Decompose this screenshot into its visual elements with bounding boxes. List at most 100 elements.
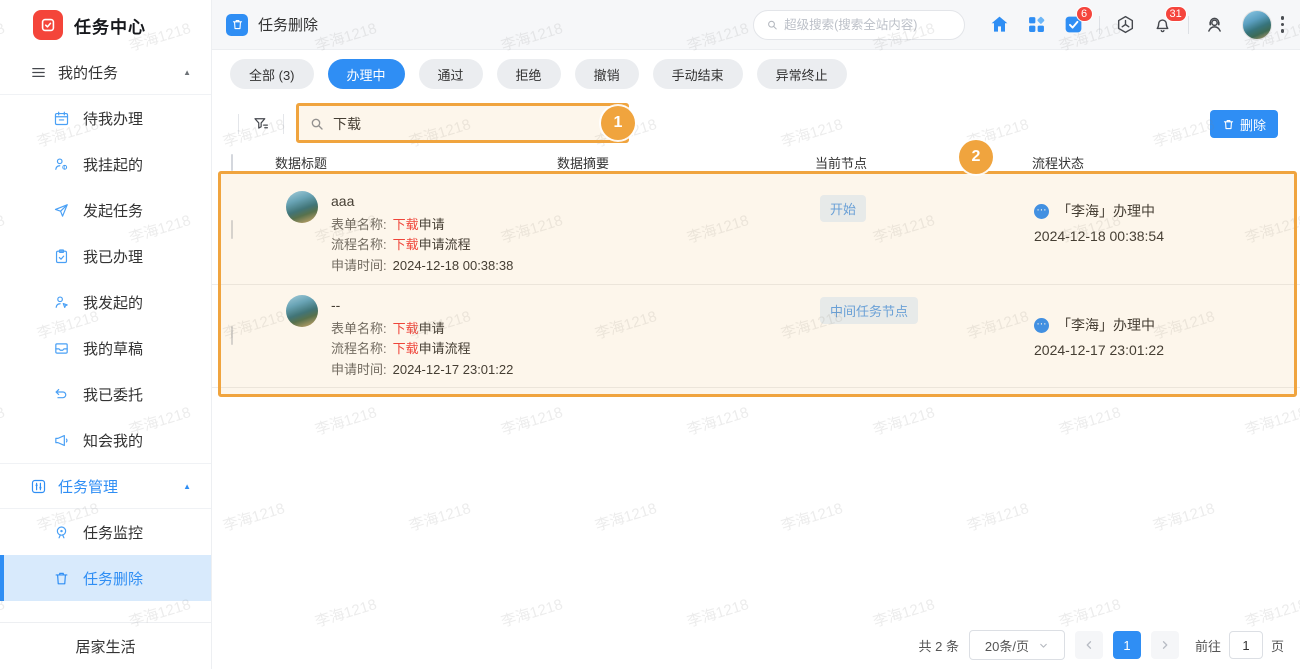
trash-icon <box>1222 118 1235 131</box>
filter-tab-in-progress[interactable]: 办理中 <box>328 59 405 89</box>
sidebar-item-drafts[interactable]: 我的草稿 <box>0 325 211 371</box>
goto-label: 前往 <box>1195 636 1221 655</box>
headset-person-icon <box>1204 14 1225 35</box>
main-content: 任务删除 6 31 <box>212 0 1300 669</box>
goto-page-input[interactable] <box>1229 631 1263 659</box>
avatar <box>286 295 318 327</box>
row-checkbox[interactable] <box>231 326 233 345</box>
sidebar-item-task-delete[interactable]: 任务删除 <box>0 555 211 601</box>
status-time: 2024-12-17 23:01:22 <box>1034 342 1300 358</box>
apply-time-line: 申请时间:2024-12-17 23:01:22 <box>331 360 513 381</box>
form-name-line: 表单名称:下载申请 <box>331 215 513 236</box>
apps-button[interactable] <box>1018 7 1055 43</box>
more-menu-icon[interactable] <box>1279 12 1293 37</box>
process-name-line: 流程名称:下载申请流程 <box>331 339 513 360</box>
row-checkbox[interactable] <box>231 220 233 239</box>
table-row[interactable]: -- 表单名称:下载申请 流程名称:下载申请流程 申请时间:2024-12-17… <box>212 285 1300 388</box>
topbar-actions: 6 31 <box>753 7 1293 43</box>
collapse-arrow-icon: ▲ <box>183 482 191 491</box>
sidebar-section-my-tasks[interactable]: 我的任务 ▲ <box>0 50 211 94</box>
app-logo-icon <box>33 10 63 40</box>
sidebar: 任务中心 我的任务 ▲ 待我办理 我挂起的 发起任务 我已办理 我发起的 我的草… <box>0 0 212 669</box>
sidebar-item-task-monitor[interactable]: 任务监控 <box>0 509 211 555</box>
global-search-input[interactable] <box>784 18 951 32</box>
sidebar-item-home-life[interactable]: 居家生活 <box>0 622 211 669</box>
sliders-icon <box>30 478 47 495</box>
page-size-select[interactable]: 20条/页 <box>969 630 1065 660</box>
filter-tab-all[interactable]: 全部 (3) <box>230 59 314 89</box>
chevron-left-icon <box>1083 639 1095 651</box>
divider <box>1188 16 1189 34</box>
filter-button[interactable] <box>239 115 283 133</box>
status-text: 「李海」办理中 <box>1057 315 1155 335</box>
current-page-button[interactable]: 1 <box>1113 631 1141 659</box>
notifications-button[interactable]: 31 <box>1144 7 1181 43</box>
highlighted-keyword: 下载 <box>393 341 419 356</box>
keyword-search[interactable] <box>298 105 630 143</box>
support-button[interactable] <box>1196 7 1233 43</box>
filter-tab-revoked[interactable]: 撤销 <box>575 59 639 89</box>
megaphone-icon <box>53 432 70 449</box>
sidebar-item-delegated[interactable]: 我已委托 <box>0 371 211 417</box>
history-button[interactable] <box>1107 7 1144 43</box>
page-trash-icon <box>226 14 248 36</box>
sidebar-item-initiated-by-me[interactable]: 我发起的 <box>0 279 211 325</box>
app-logo-row[interactable]: 任务中心 <box>0 0 211 50</box>
sidebar-item-initiate-task[interactable]: 发起任务 <box>0 187 211 233</box>
highlighted-keyword: 下载 <box>393 217 419 232</box>
clipboard-check-icon <box>53 248 70 265</box>
todo-badge: 6 <box>1076 6 1093 22</box>
highlighted-keyword: 下载 <box>393 237 419 252</box>
sidebar-item-cc-to-me[interactable]: 知会我的 <box>0 417 211 463</box>
home-button[interactable] <box>981 7 1018 43</box>
filter-tab-approved[interactable]: 通过 <box>419 59 483 89</box>
processing-icon <box>1034 204 1049 219</box>
data-title: aaa <box>331 191 513 212</box>
page-title: 任务删除 <box>258 14 318 35</box>
current-node-tag: 开始 <box>820 195 866 222</box>
calendar-icon <box>53 110 70 127</box>
keyword-search-input[interactable] <box>333 116 603 132</box>
column-header-summary: 数据摘要 <box>534 153 792 172</box>
divider <box>283 114 284 134</box>
table-tail <box>212 388 1300 400</box>
hexagon-clock-icon <box>1115 14 1136 35</box>
page-unit-label: 页 <box>1271 636 1284 655</box>
column-header-title: 数据标题 <box>258 153 534 172</box>
delete-button[interactable]: 删除 <box>1210 110 1278 138</box>
next-page-button[interactable] <box>1151 631 1179 659</box>
status-time: 2024-12-18 00:38:54 <box>1034 228 1300 244</box>
trash-icon <box>53 570 70 587</box>
prev-page-button[interactable] <box>1075 631 1103 659</box>
filter-tab-abnormal-end[interactable]: 异常终止 <box>757 59 847 89</box>
delegate-icon <box>53 386 70 403</box>
table-toolbar: 删除 <box>212 98 1300 150</box>
status-text: 「李海」办理中 <box>1057 201 1155 221</box>
filter-tab-manual-end[interactable]: 手动结束 <box>653 59 743 89</box>
apply-time-line: 申请时间:2024-12-18 00:38:38 <box>331 256 513 277</box>
current-node-tag: 中间任务节点 <box>820 297 918 324</box>
sidebar-item-pending-tasks[interactable]: 待我办理 <box>0 95 211 141</box>
avatar <box>286 191 318 223</box>
table-row[interactable]: aaa 表单名称:下载申请 流程名称:下载申请流程 申请时间:2024-12-1… <box>212 175 1300 285</box>
global-search[interactable] <box>753 10 965 40</box>
user-avatar[interactable] <box>1242 10 1272 40</box>
sidebar-section-task-management[interactable]: 任务管理 ▲ <box>0 464 211 508</box>
select-all-checkbox[interactable] <box>231 154 233 171</box>
funnel-icon <box>252 115 270 133</box>
form-name-line: 表单名称:下载申请 <box>331 319 513 340</box>
sidebar-item-handled[interactable]: 我已办理 <box>0 233 211 279</box>
sidebar-item-suspended[interactable]: 我挂起的 <box>0 141 211 187</box>
breadcrumb: 任务删除 <box>226 14 318 36</box>
filter-tab-rejected[interactable]: 拒绝 <box>497 59 561 89</box>
processing-icon <box>1034 318 1049 333</box>
person-pause-icon <box>53 156 70 173</box>
status-filter-tabs: 全部 (3) 办理中 通过 拒绝 撤销 手动结束 异常终止 <box>212 50 1300 98</box>
notifications-badge: 31 <box>1165 6 1187 22</box>
process-name-line: 流程名称:下载申请流程 <box>331 235 513 256</box>
pagination: 共 2 条 20条/页 1 前往 页 <box>919 627 1285 663</box>
todo-button[interactable]: 6 <box>1055 7 1092 43</box>
search-icon <box>309 116 325 132</box>
topbar: 任务删除 6 31 <box>212 0 1300 50</box>
drafts-icon <box>53 340 70 357</box>
